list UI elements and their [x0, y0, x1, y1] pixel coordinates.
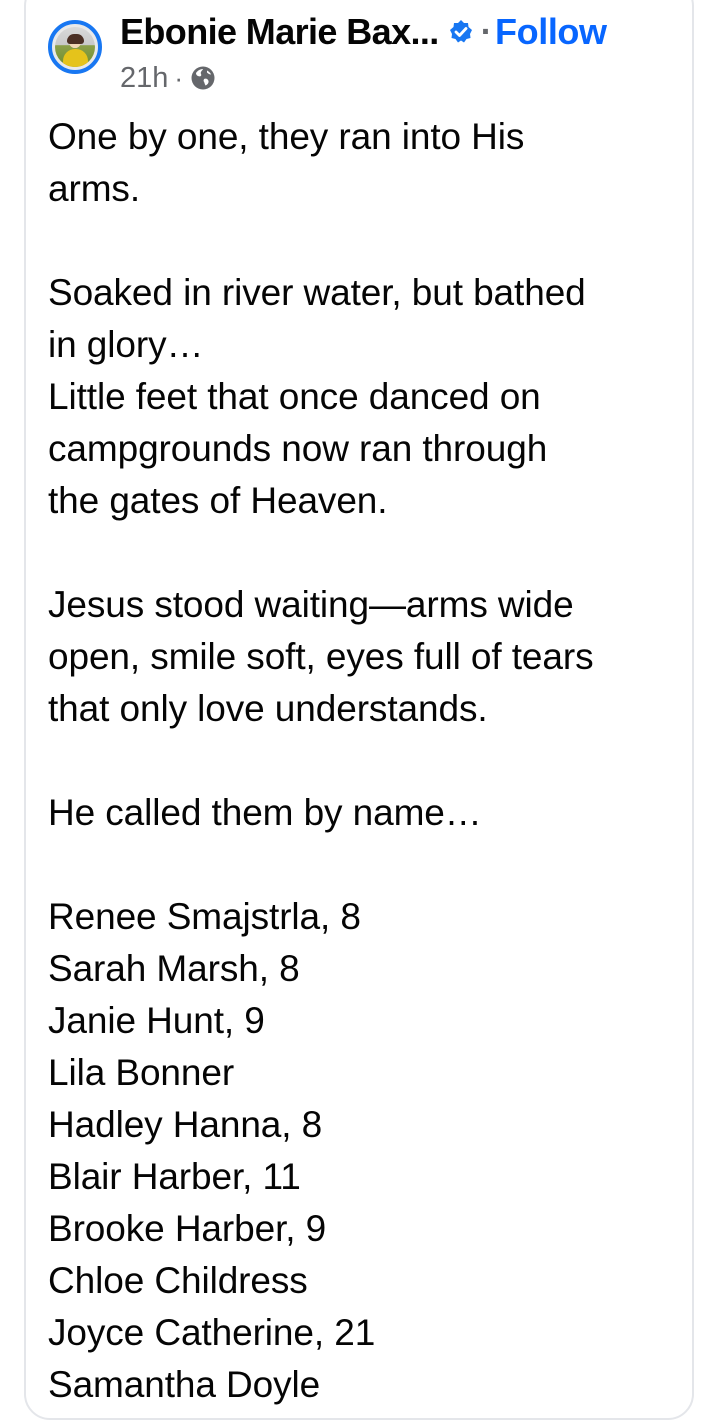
avatar-photo — [55, 27, 95, 67]
post-text-line: that only love understands. — [48, 688, 488, 729]
avatar-shirt — [63, 49, 88, 67]
post-body-text: One by one, they ran into His arms. Soak… — [48, 111, 693, 1411]
name-list-item: Lila Bonner — [48, 1052, 235, 1093]
separator-dot: · — [480, 12, 493, 51]
post-timestamp[interactable]: 21h — [120, 62, 168, 95]
name-list-item: Hadley Hanna, 8 — [48, 1104, 323, 1145]
post-text-line: Jesus stood waiting—arms wide — [48, 584, 574, 625]
name-list-item: Janie Hunt, 9 — [48, 1000, 265, 1041]
name-list-item: Sarah Marsh, 8 — [48, 948, 300, 989]
post-meta-row: 21h · — [120, 56, 217, 100]
post-text-line: campgrounds now ran through — [48, 428, 548, 469]
post-text-line: in glory… — [48, 324, 204, 365]
name-list-item: Brooke Harber, 9 — [48, 1208, 327, 1249]
follow-button[interactable]: Follow — [495, 11, 607, 53]
post-text-line: Soaked in river water, but bathed — [48, 272, 586, 313]
name-list-item: Blair Harber, 11 — [48, 1156, 301, 1197]
author-avatar[interactable] — [48, 20, 102, 74]
post-text-line: He called them by name… — [48, 792, 482, 833]
post-text-line: One by one, they ran into His — [48, 116, 525, 157]
globe-icon[interactable] — [189, 64, 217, 92]
post-text-line: the gates of Heaven. — [48, 480, 388, 521]
post-header: Ebonie Marie Bax... · Follow 21h · — [48, 0, 688, 100]
avatar-hair — [67, 34, 84, 44]
author-name-row: Ebonie Marie Bax... · Follow — [120, 8, 607, 56]
name-list-item: Renee Smajstrla, 8 — [48, 896, 361, 937]
verified-badge-icon — [447, 18, 475, 46]
author-name[interactable]: Ebonie Marie Bax... — [120, 11, 439, 53]
name-list-item: Chloe Childress — [48, 1260, 308, 1301]
meta-separator-dot: · — [174, 62, 184, 93]
name-list-item: Samantha Doyle — [48, 1364, 321, 1405]
post-text-line: open, smile soft, eyes full of tears — [48, 636, 594, 677]
post-text-line: arms. — [48, 168, 141, 209]
post-text-line: Little feet that once danced on — [48, 376, 541, 417]
name-list-item: Joyce Catherine, 21 — [48, 1312, 376, 1353]
